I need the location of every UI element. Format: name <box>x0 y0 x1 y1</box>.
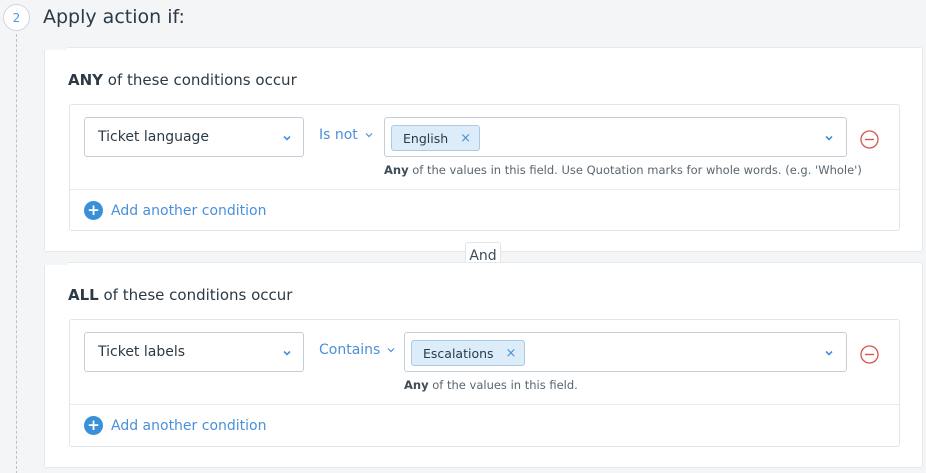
condition-operator-label: Is not <box>319 127 358 143</box>
remove-circle-icon[interactable] <box>860 345 879 364</box>
group-heading-all: ALL of these conditions occur <box>68 286 292 304</box>
plus-circle-icon: + <box>84 416 103 435</box>
divider <box>70 404 899 405</box>
add-condition-button[interactable]: + Add another condition <box>84 201 266 220</box>
add-condition-label: Add another condition <box>111 202 267 219</box>
condition-list: Ticket labels Contains Escalations × Any… <box>69 319 900 447</box>
condition-field-value: Ticket labels <box>98 344 186 360</box>
condition-field-value: Ticket language <box>98 129 210 145</box>
condition-hint: Any of the values in this field. Use Quo… <box>384 163 862 177</box>
hint-keyword: Any <box>404 378 429 392</box>
chevron-down-icon[interactable] <box>823 347 835 359</box>
card-tab-notch <box>43 40 67 50</box>
condition-field-select[interactable]: Ticket labels <box>84 332 304 372</box>
chevron-down-icon[interactable] <box>823 132 835 144</box>
step-title: Apply action if: <box>43 6 185 28</box>
hint-text: of the values in this field. Use Quotati… <box>408 163 862 177</box>
add-condition-button[interactable]: + Add another condition <box>84 416 266 435</box>
condition-operator-select[interactable]: Contains <box>319 342 396 358</box>
group-heading-any: ANY of these conditions occur <box>68 71 297 89</box>
chevron-down-icon <box>365 133 373 138</box>
group-heading-keyword: ALL <box>68 286 99 304</box>
condition-value-input[interactable]: English × <box>384 117 847 157</box>
condition-field-select[interactable]: Ticket language <box>84 117 304 157</box>
step-number-badge: 2 <box>3 4 30 31</box>
plus-circle-icon: + <box>84 201 103 220</box>
add-condition-label: Add another condition <box>111 417 267 434</box>
chevron-down-icon <box>283 350 291 356</box>
step-connector-line <box>16 34 17 473</box>
group-heading-text: of these conditions occur <box>98 286 293 304</box>
condition-value-input[interactable]: Escalations × <box>404 332 847 372</box>
remove-circle-icon[interactable] <box>860 130 879 149</box>
value-chip-label: Escalations <box>423 345 494 361</box>
hint-text: of the values in this field. <box>428 378 578 392</box>
condition-operator-label: Contains <box>319 342 381 358</box>
condition-hint: Any of the values in this field. <box>404 378 578 392</box>
value-chip: English × <box>391 125 481 151</box>
group-heading-keyword: ANY <box>68 71 104 89</box>
condition-group-all: ALL of these conditions occur Ticket lab… <box>44 262 923 468</box>
close-icon[interactable]: × <box>506 346 517 361</box>
close-icon[interactable]: × <box>460 131 471 146</box>
value-chip-label: English <box>403 130 449 146</box>
value-chip: Escalations × <box>411 340 526 366</box>
chevron-down-icon <box>283 135 291 141</box>
chevron-down-icon <box>387 348 395 353</box>
condition-group-any: ANY of these conditions occur Ticket lan… <box>44 47 923 252</box>
condition-operator-select[interactable]: Is not <box>319 127 374 143</box>
hint-keyword: Any <box>384 163 409 177</box>
card-tab-notch <box>43 255 67 265</box>
group-heading-text: of these conditions occur <box>103 71 297 89</box>
divider <box>70 189 899 190</box>
condition-list: Ticket language Is not English × Any of … <box>69 104 900 231</box>
